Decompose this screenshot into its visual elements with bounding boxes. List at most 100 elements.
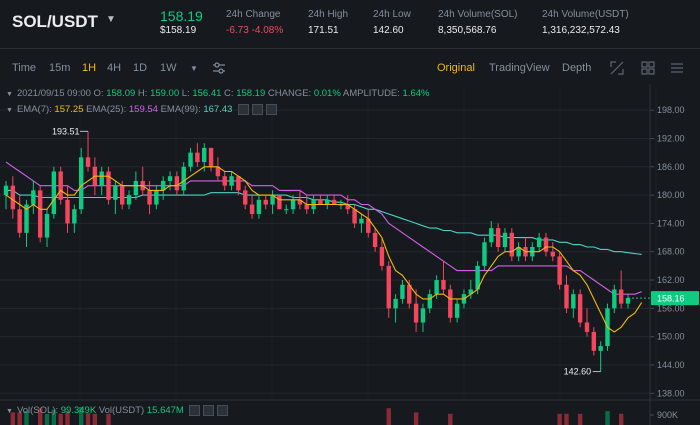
candle-body — [386, 265, 391, 309]
stat-label-24h-high: 24h High — [308, 9, 349, 20]
candle-body — [119, 185, 125, 205]
price-axis: 138.00144.00150.00156.00162.00168.00174.… — [0, 84, 700, 425]
candle-body — [256, 199, 262, 214]
candle-body — [154, 190, 159, 205]
close-value: 158.19 — [236, 88, 266, 99]
candle-body — [359, 218, 364, 224]
change-value: 0.01% — [313, 88, 341, 99]
volume-bar — [557, 413, 562, 425]
interval-15m[interactable]: 15m — [49, 62, 70, 74]
candle-body — [208, 147, 214, 167]
ema99-value: 167.43 — [203, 104, 233, 116]
candle-body — [277, 195, 282, 210]
y-tick-label: 192.00 — [657, 133, 685, 143]
interval-1h[interactable]: 1H — [82, 62, 96, 74]
chevron-down-icon[interactable]: ▼ — [6, 408, 13, 415]
candle-body — [427, 294, 432, 309]
settings-sliders-icon[interactable] — [209, 58, 229, 78]
ema7-value: 157.25 — [54, 104, 84, 116]
candle-body — [3, 185, 9, 196]
settings-icon[interactable] — [252, 104, 264, 115]
candle-body — [482, 242, 487, 266]
candle-body — [372, 232, 378, 247]
interval-1d[interactable]: 1D — [133, 62, 147, 74]
candle-body — [331, 199, 337, 205]
stat-label-24h-volume-sol: 24h Volume(SOL) — [438, 9, 518, 20]
candle-body — [51, 171, 57, 214]
high-value: 159.00 — [150, 88, 180, 99]
y-tick-label: 174.00 — [657, 218, 685, 228]
volume-bar — [618, 413, 624, 425]
chevron-down-icon[interactable]: ▼ — [6, 107, 13, 114]
expand-icon[interactable] — [607, 58, 627, 78]
stat-value-24h-low: 142.60 — [373, 25, 404, 36]
amplitude-label: AMPLITUDE: — [342, 88, 400, 99]
interval-4h[interactable]: 4H — [107, 62, 121, 74]
candle-body — [44, 213, 50, 238]
volume-bar — [386, 408, 391, 425]
candle-body — [441, 280, 446, 290]
ema25-label: EMA(25): — [86, 104, 127, 116]
stat-value-24h-change: -6.73 -4.08% — [226, 25, 284, 36]
chevron-down-icon[interactable]: ▼ — [106, 14, 116, 25]
settings-icon[interactable] — [203, 405, 215, 416]
volume-bar — [605, 411, 610, 425]
volume-bar — [577, 413, 583, 425]
chevron-down-icon[interactable]: ▼ — [190, 64, 198, 73]
trading-screen: SOL/USDT ▼ 158.19 $158.19 24h Change -6.… — [0, 0, 700, 425]
close-label: C: — [224, 88, 234, 99]
ema-legend: ▼ EMA(7): 157.25 EMA(25): 159.54 EMA(99):… — [6, 104, 278, 116]
eye-icon[interactable] — [238, 104, 250, 115]
candle-body — [290, 199, 296, 210]
candle-body — [78, 157, 84, 210]
last-price: 158.19 — [160, 8, 203, 24]
close-icon[interactable] — [266, 104, 278, 115]
candle-body — [502, 232, 508, 247]
candle-body — [304, 204, 309, 210]
interval-1w[interactable]: 1W — [160, 62, 177, 74]
chevron-down-icon[interactable]: ▼ — [6, 91, 13, 98]
y-tick-label: 180.00 — [657, 190, 685, 200]
pair-selector[interactable]: SOL/USDT — [12, 12, 98, 32]
view-depth[interactable]: Depth — [562, 62, 591, 74]
candle-body — [577, 294, 583, 323]
candle-body — [379, 247, 385, 266]
candle-body — [618, 289, 624, 304]
candle-body — [99, 171, 104, 186]
candle-body — [133, 180, 139, 196]
candle-body — [65, 199, 70, 224]
candle-body — [263, 199, 268, 205]
view-tradingview[interactable]: TradingView — [489, 62, 550, 74]
candle-body — [229, 176, 234, 186]
eye-icon[interactable] — [189, 405, 201, 416]
candle-body — [509, 232, 515, 257]
vol-usdt-label: Vol(USDT) — [98, 405, 145, 417]
close-icon[interactable] — [217, 405, 229, 416]
candle-body — [413, 303, 419, 323]
stat-value-24h-volume-sol: 8,350,568.76 — [438, 25, 497, 36]
current-price-label: 158.16 — [657, 294, 685, 304]
stat-label-24h-change: 24h Change — [226, 9, 281, 20]
low-label: L: — [181, 88, 190, 99]
candle-body — [10, 185, 16, 210]
stat-value-24h-volume-usdt: 1,316,232,572.43 — [542, 25, 620, 36]
candle-body — [564, 284, 569, 309]
candle-body — [489, 228, 494, 243]
candle-body — [126, 195, 132, 205]
annotation-high: 193.51 — [52, 126, 80, 136]
volume-bar — [448, 413, 453, 425]
y-tick-label: 150.00 — [657, 332, 685, 342]
vol-sol-value: 99.349K — [60, 405, 97, 417]
menu-icon[interactable] — [667, 58, 687, 78]
volume-axis-label: 900K — [657, 410, 678, 420]
candle-body — [222, 176, 227, 186]
time-label: Time — [12, 62, 37, 74]
candlestick-chart[interactable]: 138.00144.00150.00156.00162.00168.00174.… — [0, 84, 700, 425]
candle-body — [400, 284, 405, 299]
view-original[interactable]: Original — [437, 62, 475, 74]
grid-icon[interactable] — [638, 58, 658, 78]
candle-body — [591, 331, 597, 351]
chart-toolbar: Time 15m 1H 4H 1D 1W ▼ Original TradingV… — [0, 56, 700, 80]
stat-label-24h-low: 24h Low — [373, 9, 411, 20]
ema99-label: EMA(99): — [160, 104, 201, 116]
